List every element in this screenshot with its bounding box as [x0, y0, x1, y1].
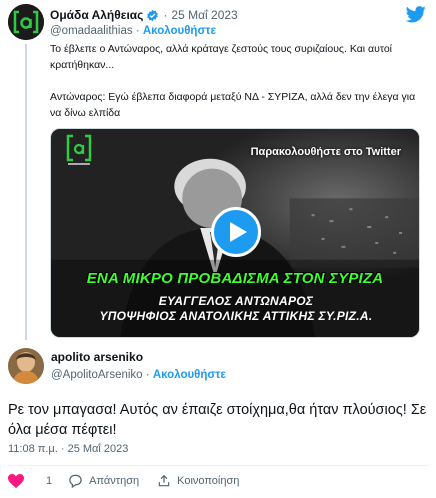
tweet-text: Το έβλεπε ο Αντώναρος, αλλά κράταγε ζεστ… — [50, 41, 426, 121]
video-lower-third: ΕΥΑΓΓΕΛΟΣ ΑΝΤΩΝΑΡΟΣ ΥΠΟΨΗΦΙΟΣ ΑΝΑΤΟΛΙΚΗΣ… — [81, 294, 391, 324]
thread-line — [25, 44, 27, 340]
like-count: 1 — [46, 475, 53, 487]
author-row: Ομάδα Αλήθειας · 25 Μαΐ 2023 — [50, 7, 238, 23]
divider — [8, 465, 428, 466]
lower-third-line: ΕΥΑΓΓΕΛΟΣ ΑΝΤΩΝΑΡΟΣ — [158, 294, 314, 308]
verified-badge-icon — [146, 9, 159, 22]
play-icon — [230, 222, 247, 242]
reply-label: Απάντηση — [89, 475, 140, 487]
author-handle[interactable]: @omadaalithias — [50, 25, 133, 37]
tweet-text-paragraph: Αντώναρος: Εγώ έβλεπα διαφορά μεταξύ ΝΔ … — [50, 91, 416, 119]
share-upload-icon — [158, 474, 170, 487]
tweet-embed: Ομάδα Αλήθειας · 25 Μαΐ 2023 @omadaalith… — [0, 0, 436, 498]
separator-dot: · — [163, 8, 168, 22]
parent-tweet: Ομάδα Αλήθειας · 25 Μαΐ 2023 @omadaalith… — [0, 0, 436, 342]
share-label: Κοινοποίηση — [177, 475, 240, 487]
tweet-date[interactable]: 25 Μαΐ 2023 — [171, 8, 237, 22]
handle-row: @omadaalithias · Ακολουθήστε — [50, 25, 216, 37]
follow-button[interactable]: Ακολουθήστε — [143, 25, 216, 37]
lower-third-line: ΥΠΟΨΗΦΙΟΣ ΑΝΑΤΟΛΙΚΗΣ ΑΤΤΙΚΗΣ ΣΥ.ΡΙΖ.Α. — [99, 309, 373, 323]
author-name[interactable]: Ομάδα Αλήθειας — [50, 8, 143, 22]
heart-icon — [8, 474, 24, 488]
follow-button[interactable]: Ακολουθήστε — [153, 369, 226, 381]
channel-logo-icon — [66, 134, 92, 165]
avatar[interactable] — [8, 4, 44, 40]
reply-button[interactable]: Απάντηση — [68, 474, 139, 488]
author-name[interactable]: apolito arseniko — [51, 350, 143, 364]
video-player[interactable]: Παρακολουθήστε στο Twitter ΕΝΑ ΜΙΚΡΟ ΠΡΟ… — [50, 128, 420, 338]
avatar[interactable] — [8, 348, 44, 384]
handle-row: @ApolitoArseniko · Ακολουθήστε — [51, 369, 226, 381]
watch-on-twitter-link[interactable]: Παρακολουθήστε στο Twitter — [251, 146, 401, 158]
reply-text: Ρε τον μπαγασα! Αυτός αν έπαιζε στοίχημα… — [8, 402, 427, 438]
separator-dot: · — [135, 25, 143, 37]
action-bar: 1 Απάντηση Κοινοποίηση — [8, 470, 257, 492]
tweet-timestamp[interactable]: 11:08 π.μ. · 25 Μαΐ 2023 — [8, 443, 128, 455]
share-button[interactable]: Κοινοποίηση — [157, 474, 239, 488]
play-button[interactable] — [211, 207, 261, 257]
author-handle[interactable]: @ApolitoArseniko — [51, 369, 143, 381]
separator-dot: · — [145, 369, 153, 381]
reply-bubble-icon — [69, 474, 82, 488]
twitter-bird-icon[interactable] — [406, 6, 426, 23]
tweet-text-paragraph: Το έβλεπε ο Αντώναρος, αλλά κράταγε ζεστ… — [50, 43, 393, 71]
video-caption: ΕΝΑ ΜΙΚΡΟ ΠΡΟΒΑΔΙΣΜΑ ΣΤΟΝ ΣΥΡΙΖΑ — [86, 270, 384, 287]
like-button[interactable] — [8, 474, 30, 488]
